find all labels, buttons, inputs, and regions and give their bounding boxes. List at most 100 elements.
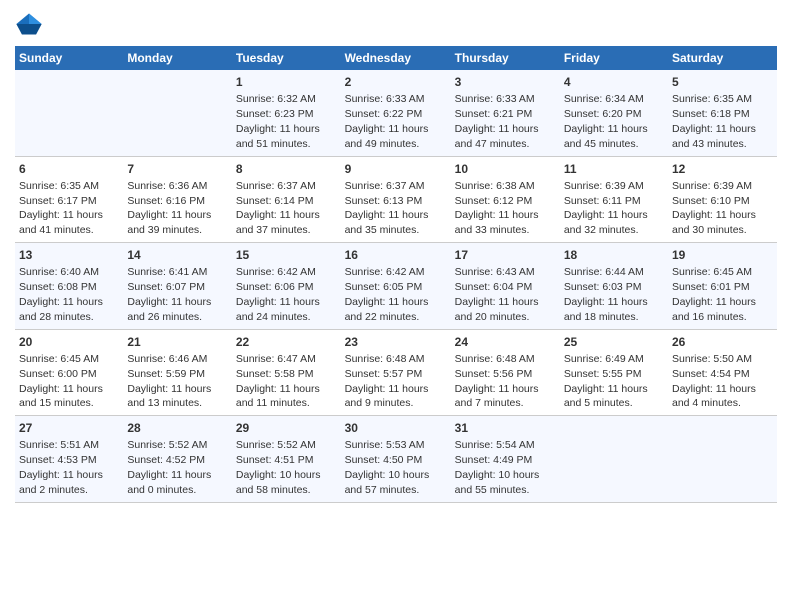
cell-5-1: 27Sunrise: 5:51 AMSunset: 4:53 PMDayligh… — [15, 416, 123, 503]
cell-1-3: 1Sunrise: 6:32 AMSunset: 6:23 PMDaylight… — [232, 70, 341, 156]
cell-detail: Daylight: 11 hours and 49 minutes. — [345, 123, 429, 150]
logo-icon — [15, 10, 43, 38]
cell-3-7: 19Sunrise: 6:45 AMSunset: 6:01 PMDayligh… — [668, 243, 777, 330]
cell-detail: Daylight: 10 hours and 58 minutes. — [236, 469, 321, 496]
cell-1-6: 4Sunrise: 6:34 AMSunset: 6:20 PMDaylight… — [560, 70, 668, 156]
cell-detail: Daylight: 11 hours and 28 minutes. — [19, 296, 103, 323]
cell-detail: Sunrise: 6:47 AM — [236, 353, 316, 365]
cell-detail: Sunrise: 6:36 AM — [127, 180, 207, 192]
cell-3-1: 13Sunrise: 6:40 AMSunset: 6:08 PMDayligh… — [15, 243, 123, 330]
cell-detail: Daylight: 11 hours and 0 minutes. — [127, 469, 211, 496]
cell-4-2: 21Sunrise: 6:46 AMSunset: 5:59 PMDayligh… — [123, 329, 232, 416]
cell-1-5: 3Sunrise: 6:33 AMSunset: 6:21 PMDaylight… — [451, 70, 560, 156]
cell-5-5: 31Sunrise: 5:54 AMSunset: 4:49 PMDayligh… — [451, 416, 560, 503]
col-header-monday: Monday — [123, 46, 232, 70]
cell-2-4: 9 Sunrise: 6:37 AM Sunset: 6:13 PM Daylight… — [341, 156, 451, 243]
col-header-wednesday: Wednesday — [341, 46, 451, 70]
cell-detail: Daylight: 11 hours and 15 minutes. — [19, 383, 103, 410]
cell-detail: Daylight: 11 hours and 18 minutes. — [564, 296, 648, 323]
col-header-thursday: Thursday — [451, 46, 560, 70]
cell-detail: Sunrise: 6:39 AM — [672, 180, 752, 192]
week-row-4: 20Sunrise: 6:45 AMSunset: 6:00 PMDayligh… — [15, 329, 777, 416]
cell-4-6: 25Sunrise: 6:49 AMSunset: 5:55 PMDayligh… — [560, 329, 668, 416]
cell-detail: Sunset: 5:58 PM — [236, 368, 314, 380]
cell-5-3: 29Sunrise: 5:52 AMSunset: 4:51 PMDayligh… — [232, 416, 341, 503]
cell-detail: Sunset: 5:57 PM — [345, 368, 423, 380]
day-number: 25 — [564, 334, 664, 350]
cell-1-4: 2Sunrise: 6:33 AMSunset: 6:22 PMDaylight… — [341, 70, 451, 156]
cell-detail: Daylight: 10 hours and 55 minutes. — [455, 469, 540, 496]
cell-detail: Sunset: 6:17 PM — [19, 195, 97, 207]
cell-detail: Daylight: 11 hours and 26 minutes. — [127, 296, 211, 323]
day-number: 23 — [345, 334, 447, 350]
col-header-friday: Friday — [560, 46, 668, 70]
cell-detail: Sunset: 6:13 PM — [345, 195, 423, 207]
cell-detail: Daylight: 11 hours and 45 minutes. — [564, 123, 648, 150]
cell-detail: Sunset: 6:01 PM — [672, 281, 750, 293]
cell-detail: Daylight: 11 hours and 35 minutes. — [345, 209, 429, 236]
cell-detail: Sunset: 6:00 PM — [19, 368, 97, 380]
cell-1-2 — [123, 70, 232, 156]
day-number: 14 — [127, 247, 228, 263]
cell-detail: Daylight: 11 hours and 47 minutes. — [455, 123, 539, 150]
cell-detail: Sunset: 6:10 PM — [672, 195, 750, 207]
cell-detail: Daylight: 11 hours and 30 minutes. — [672, 209, 756, 236]
cell-detail: Sunset: 6:23 PM — [236, 108, 314, 120]
cell-detail: Sunset: 6:06 PM — [236, 281, 314, 293]
day-number: 30 — [345, 420, 447, 436]
cell-detail: Sunset: 6:12 PM — [455, 195, 533, 207]
cell-detail: Sunrise: 6:35 AM — [672, 93, 752, 105]
cell-detail: Sunrise: 6:38 AM — [455, 180, 535, 192]
cell-detail: Sunset: 6:05 PM — [345, 281, 423, 293]
cell-detail: Sunrise: 6:45 AM — [672, 266, 752, 278]
cell-detail: Sunrise: 6:43 AM — [455, 266, 535, 278]
cell-3-6: 18Sunrise: 6:44 AMSunset: 6:03 PMDayligh… — [560, 243, 668, 330]
logo — [15, 10, 45, 38]
cell-detail: Sunset: 6:21 PM — [455, 108, 533, 120]
week-row-1: 1Sunrise: 6:32 AMSunset: 6:23 PMDaylight… — [15, 70, 777, 156]
cell-5-7 — [668, 416, 777, 503]
cell-2-5: 10Sunrise: 6:38 AMSunset: 6:12 PMDayligh… — [451, 156, 560, 243]
cell-4-5: 24Sunrise: 6:48 AMSunset: 5:56 PMDayligh… — [451, 329, 560, 416]
cell-detail: Sunrise: 5:53 AM — [345, 439, 425, 451]
day-number: 21 — [127, 334, 228, 350]
cell-1-1 — [15, 70, 123, 156]
cell-5-4: 30Sunrise: 5:53 AMSunset: 4:50 PMDayligh… — [341, 416, 451, 503]
cell-detail: Sunset: 6:22 PM — [345, 108, 423, 120]
cell-detail: Sunrise: 6:48 AM — [455, 353, 535, 365]
day-number: 13 — [19, 247, 119, 263]
cell-detail: Daylight: 11 hours and 32 minutes. — [564, 209, 648, 236]
cell-2-3: 8Sunrise: 6:37 AMSunset: 6:14 PMDaylight… — [232, 156, 341, 243]
cell-detail: Sunrise: 5:52 AM — [127, 439, 207, 451]
cell-detail: Sunrise: 6:41 AM — [127, 266, 207, 278]
cell-detail: Daylight: 11 hours and 13 minutes. — [127, 383, 211, 410]
cell-detail: Sunset: 6:08 PM — [19, 281, 97, 293]
day-number: 31 — [455, 420, 556, 436]
cell-4-7: 26Sunrise: 5:50 AMSunset: 4:54 PMDayligh… — [668, 329, 777, 416]
day-number: 10 — [455, 161, 556, 177]
header — [15, 10, 777, 38]
cell-detail: Daylight: 11 hours and 11 minutes. — [236, 383, 320, 410]
cell-detail: Daylight: 11 hours and 4 minutes. — [672, 383, 756, 410]
cell-detail: Sunrise: 6:44 AM — [564, 266, 644, 278]
cell-detail: Sunrise: 6:34 AM — [564, 93, 644, 105]
cell-3-5: 17Sunrise: 6:43 AMSunset: 6:04 PMDayligh… — [451, 243, 560, 330]
cell-detail: Daylight: 11 hours and 41 minutes. — [19, 209, 103, 236]
cell-detail: Sunrise: 6:46 AM — [127, 353, 207, 365]
col-header-tuesday: Tuesday — [232, 46, 341, 70]
cell-detail: Daylight: 11 hours and 20 minutes. — [455, 296, 539, 323]
cell-2-6: 11Sunrise: 6:39 AMSunset: 6:11 PMDayligh… — [560, 156, 668, 243]
cell-detail: Daylight: 11 hours and 9 minutes. — [345, 383, 429, 410]
day-number: 9 — [345, 161, 447, 177]
cell-detail: Sunset: 6:03 PM — [564, 281, 642, 293]
cell-detail: Daylight: 11 hours and 2 minutes. — [19, 469, 103, 496]
cell-detail: Sunset: 6:18 PM — [672, 108, 750, 120]
col-header-saturday: Saturday — [668, 46, 777, 70]
day-number: 11 — [564, 161, 664, 177]
day-number: 12 — [672, 161, 773, 177]
cell-detail: Sunrise: 6:45 AM — [19, 353, 99, 365]
cell-detail: Sunrise: 6:37 AM — [345, 180, 425, 192]
cell-detail: Sunset: 6:04 PM — [455, 281, 533, 293]
cell-detail: Sunset: 6:14 PM — [236, 195, 314, 207]
week-row-3: 13Sunrise: 6:40 AMSunset: 6:08 PMDayligh… — [15, 243, 777, 330]
